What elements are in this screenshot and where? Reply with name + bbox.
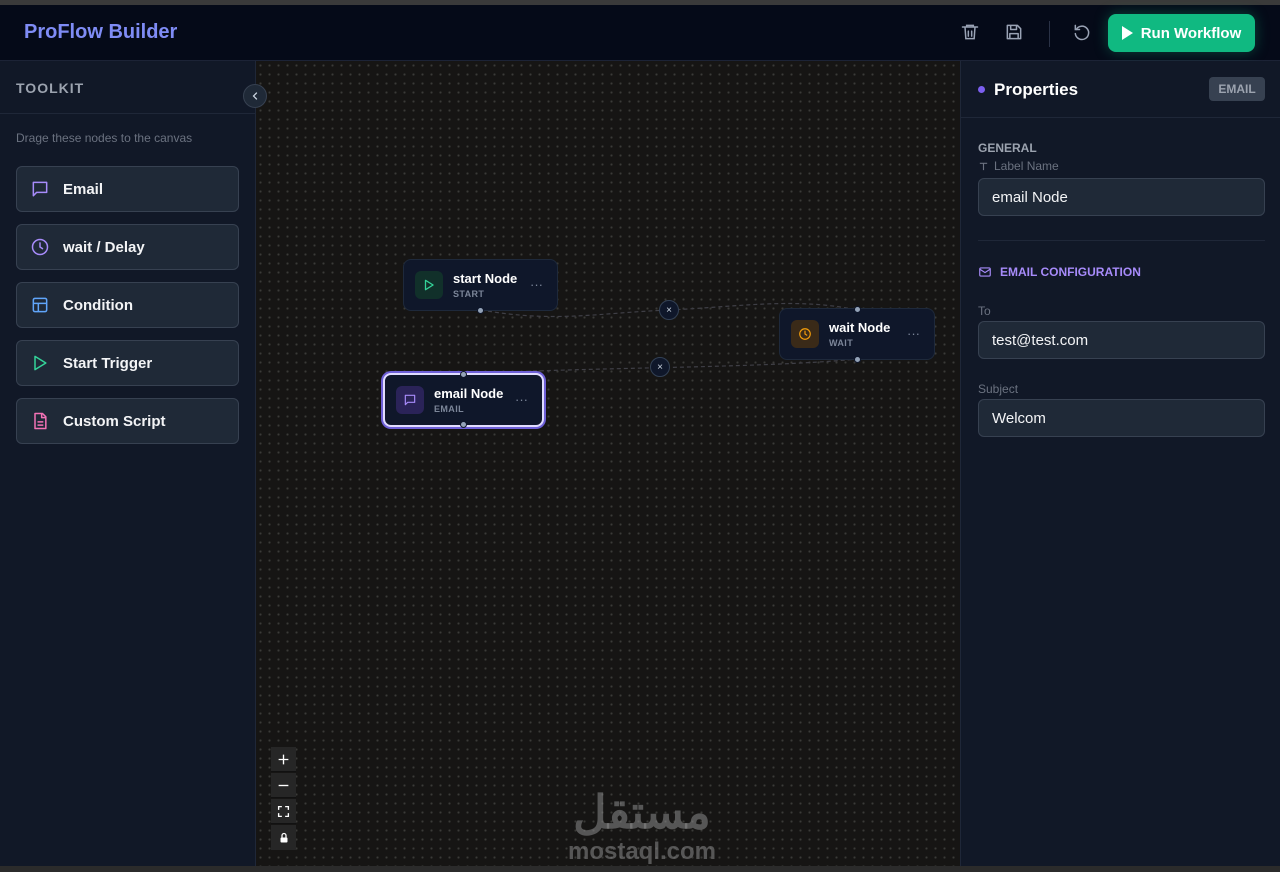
- app-header: ProFlow Builder Run Workflow: [0, 5, 1280, 61]
- toolkit-item-label: wait / Delay: [63, 238, 145, 256]
- node-type: START: [453, 289, 485, 299]
- to-input[interactable]: [978, 321, 1265, 359]
- clock-icon: [791, 320, 819, 348]
- lock-button[interactable]: [271, 825, 296, 850]
- play-icon: [30, 353, 50, 373]
- node-start[interactable]: start Node START ···: [403, 259, 558, 311]
- toolkit-item-wait[interactable]: wait / Delay: [16, 224, 239, 270]
- properties-dot: [978, 86, 985, 93]
- node-input-handle[interactable]: [854, 306, 861, 313]
- node-menu-button[interactable]: ···: [907, 326, 920, 341]
- to-label: To: [978, 304, 991, 318]
- toolkit-hint: Drage these nodes to the canvas: [16, 131, 193, 145]
- subject-input[interactable]: [978, 399, 1265, 437]
- app-title: ProFlow Builder: [24, 21, 178, 43]
- fullscreen-icon: [277, 805, 290, 817]
- subject-label: Subject: [978, 382, 1019, 396]
- collapse-sidebar-button[interactable]: [243, 84, 267, 108]
- edge-layer: [462, 302, 858, 376]
- play-icon: [1121, 26, 1133, 40]
- node-type: EMAIL: [434, 404, 464, 414]
- chevron-left-icon: [252, 92, 258, 100]
- clock-icon: [30, 237, 50, 257]
- toolkit-item-condition[interactable]: Condition: [16, 282, 239, 328]
- watermark-arabic: مستقل: [573, 786, 711, 838]
- window-bottom-strip: [0, 866, 1280, 872]
- fit-view-button[interactable]: [271, 799, 296, 824]
- node-title: email Node: [434, 386, 504, 401]
- node-output-handle[interactable]: [854, 356, 861, 363]
- email-config-title: EMAIL CONFIGURATION: [978, 265, 1141, 279]
- run-workflow-button[interactable]: Run Workflow: [1108, 14, 1255, 52]
- node-type-badge: EMAIL: [1209, 77, 1265, 101]
- layout-icon: [30, 295, 50, 315]
- undo-icon[interactable]: [1072, 22, 1094, 44]
- text-icon: [979, 162, 988, 170]
- node-wait[interactable]: wait Node WAIT ···: [779, 308, 935, 360]
- watermark: مستقل mostaql.com: [562, 789, 722, 865]
- delete-edge-button[interactable]: ×: [659, 300, 679, 320]
- properties-divider: [961, 117, 1280, 118]
- node-menu-button[interactable]: ···: [515, 392, 528, 407]
- toolkit-item-label: Custom Script: [63, 412, 166, 430]
- label-name-label: Label Name: [978, 159, 1059, 173]
- file-icon: [30, 411, 50, 431]
- message-icon: [30, 179, 50, 199]
- node-input-handle[interactable]: [460, 371, 467, 378]
- watermark-latin: mostaql.com: [567, 838, 717, 865]
- node-output-handle[interactable]: [460, 421, 467, 428]
- message-icon: [396, 386, 424, 414]
- save-icon[interactable]: [1004, 22, 1026, 44]
- delete-edge-button[interactable]: ×: [650, 357, 670, 377]
- run-workflow-label: Run Workflow: [1140, 24, 1242, 42]
- node-email[interactable]: email Node EMAIL ···: [383, 373, 544, 427]
- toolkit-item-label: Start Trigger: [63, 354, 153, 372]
- toolkit-divider: [0, 113, 256, 114]
- toolkit-item-email[interactable]: Email: [16, 166, 239, 212]
- label-name-input[interactable]: [978, 178, 1265, 216]
- toolkit-title: TOOLKIT: [16, 80, 85, 96]
- node-output-handle[interactable]: [477, 307, 484, 314]
- header-divider: [1049, 21, 1050, 47]
- general-section-title: GENERAL: [978, 141, 1037, 155]
- toolkit-item-custom-script[interactable]: Custom Script: [16, 398, 239, 444]
- lock-icon: [280, 832, 287, 842]
- minus-icon: [278, 784, 289, 786]
- node-title: wait Node: [829, 320, 891, 335]
- mail-icon: [979, 267, 991, 277]
- properties-panel: Properties EMAIL GENERAL Label Name EMAI…: [960, 61, 1280, 872]
- toolkit-item-label: Email: [63, 180, 104, 198]
- node-title: start Node: [453, 271, 518, 286]
- node-menu-button[interactable]: ···: [530, 277, 543, 292]
- play-icon: [415, 271, 443, 299]
- plus-icon: [278, 754, 289, 764]
- trash-icon[interactable]: [960, 22, 982, 44]
- node-type: WAIT: [829, 338, 854, 348]
- toolkit-sidebar: TOOLKIT Drage these nodes to the canvas …: [0, 61, 267, 872]
- zoom-out-button[interactable]: [271, 773, 296, 798]
- workflow-canvas[interactable]: × × start Node START ··· email Node EMAI…: [256, 61, 960, 872]
- zoom-in-button[interactable]: [271, 747, 296, 772]
- toolkit-item-label: Condition: [63, 296, 133, 314]
- toolkit-item-start-trigger[interactable]: Start Trigger: [16, 340, 239, 386]
- section-divider: [978, 240, 1265, 241]
- properties-title: Properties: [994, 80, 1079, 99]
